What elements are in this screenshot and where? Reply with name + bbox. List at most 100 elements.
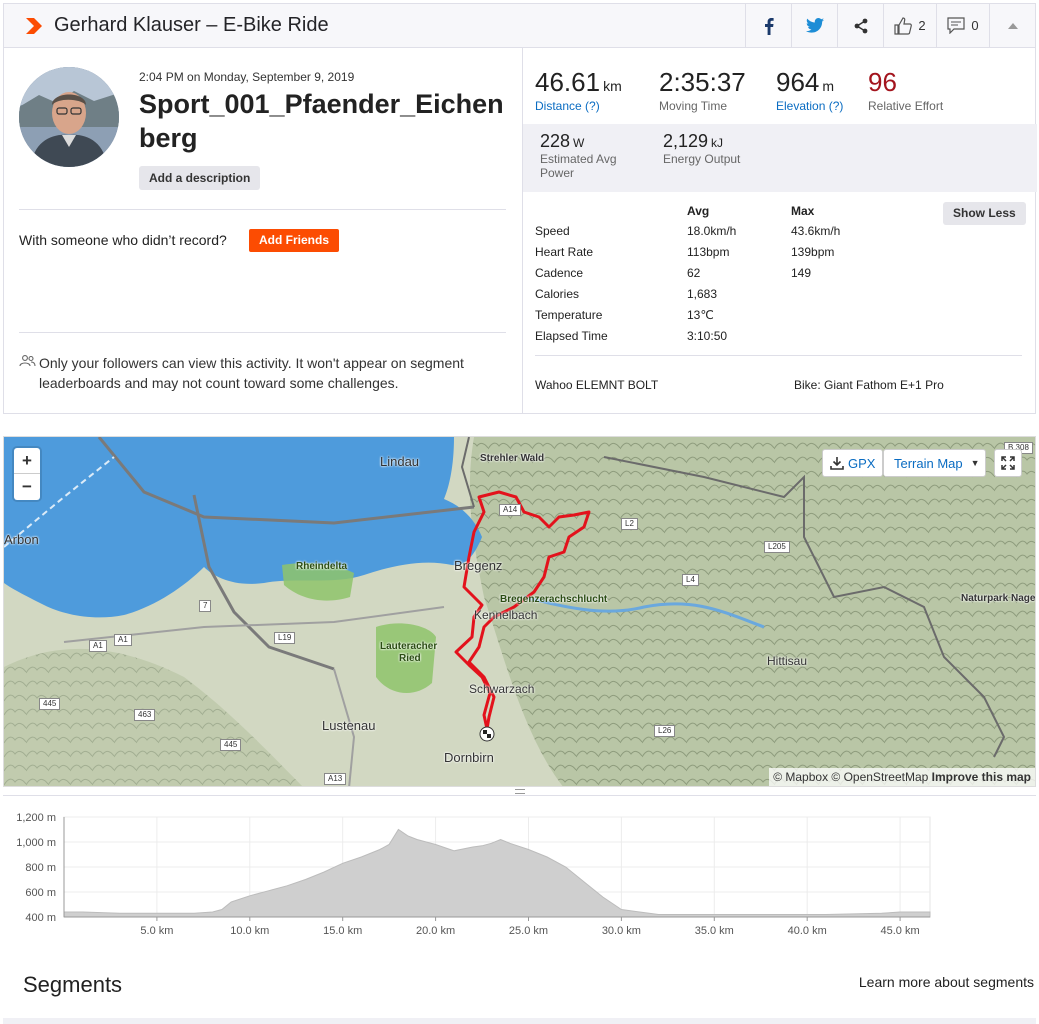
facebook-share-button[interactable] [745, 4, 791, 47]
map-label: Ried [399, 653, 421, 664]
power-label: Estimated Avg Power [540, 152, 617, 180]
max-header: Max [791, 204, 815, 218]
road-shield: 445 [220, 739, 242, 751]
stat-power: 228 W Estimated Avg Power [540, 131, 640, 180]
map-type-label: Terrain Map [894, 455, 963, 471]
road-shield: L2 [621, 518, 638, 530]
stat-elevation: 964 m Elevation (?) [776, 67, 843, 113]
collapse-button[interactable] [989, 4, 1035, 47]
map-label: Dornbirn [444, 750, 494, 765]
road-shield: 463 [134, 709, 156, 721]
download-icon [830, 457, 844, 470]
row-label: Speed [535, 224, 570, 238]
elevation-chart[interactable]: 400 m 600 m 800 m 1,000 m 1,200 m 5.0 km 10.0 … [0, 797, 1039, 947]
row-avg: 62 [687, 266, 701, 280]
share-button[interactable] [837, 4, 883, 47]
comments-button[interactable]: 0 [936, 4, 989, 47]
stat-moving-time: 2:35:37 Moving Time [659, 67, 746, 113]
row-max: 43.6km/h [791, 224, 841, 238]
x-tick-label: 5.0 km [140, 925, 173, 937]
segments-heading: Segments [23, 972, 123, 997]
row-avg: 13℃ [687, 308, 714, 322]
activity-info-panel: 2:04 PM on Monday, September 9, 2019 Spo… [4, 47, 523, 413]
show-less-button[interactable]: Show Less [943, 202, 1026, 225]
activity-date: 2:04 PM on Monday, September 9, 2019 [139, 70, 355, 84]
gpx-download-button[interactable]: GPX [822, 449, 884, 477]
y-tick-label: 600 m [25, 887, 56, 899]
avg-header: Avg [687, 204, 710, 218]
map-label: Bregenzerachschlucht [500, 594, 608, 605]
twitter-share-button[interactable] [791, 4, 837, 47]
map-label: Lindau [380, 454, 420, 469]
activity-title: Gerhard Klauser – E-Bike Ride [54, 14, 329, 36]
drag-handle-icon[interactable] [515, 789, 525, 794]
elevation-value: 964 [776, 67, 820, 97]
map-label: Bregenz [454, 558, 503, 573]
map-type-select[interactable]: Terrain Map ▼ [883, 449, 986, 477]
zoom-control: + − [14, 448, 40, 500]
privacy-notice: Only your followers can view this activi… [39, 355, 464, 391]
zoom-in-button[interactable]: + [14, 448, 40, 474]
followers-icon [19, 355, 36, 367]
map-label: Strehler Wald [480, 453, 545, 464]
twitter-icon [805, 18, 824, 33]
athlete-avatar[interactable] [19, 67, 119, 167]
map-label: Rheindelta [296, 561, 348, 572]
power-unit: W [573, 136, 585, 150]
table-row: Heart Rate 113bpm 139bpm [535, 245, 935, 266]
road-shield: L4 [682, 574, 699, 586]
row-max: 149 [791, 266, 812, 280]
x-tick-label: 35.0 km [695, 925, 734, 937]
x-tick-label: 25.0 km [509, 925, 548, 937]
zoom-out-button[interactable]: − [14, 474, 40, 500]
y-tick-label: 800 m [25, 862, 56, 874]
divider [19, 332, 506, 333]
energy-unit: kJ [711, 136, 724, 150]
road-shield: A1 [89, 640, 107, 652]
relative-effort-value: 96 [868, 67, 897, 97]
row-avg: 18.0km/h [687, 224, 737, 238]
learn-segments-link[interactable]: Learn more about segments [859, 974, 1034, 990]
road-shield: A13 [324, 773, 347, 785]
map-label: Naturpark Nage [961, 593, 1036, 604]
divider [535, 355, 1022, 356]
kudos-button[interactable]: 2 [883, 4, 936, 47]
fullscreen-button[interactable] [994, 449, 1022, 477]
share-icon [854, 18, 867, 33]
add-description-button[interactable]: Add a description [139, 166, 261, 190]
distance-label[interactable]: Distance (?) [535, 99, 622, 113]
divider [19, 209, 506, 210]
power-value: 228 [540, 131, 571, 151]
row-avg: 3:10:50 [687, 329, 728, 343]
activity-header: Gerhard Klauser – E-Bike Ride 2 0 [3, 3, 1036, 48]
activity-name[interactable]: Sport_001_Pfaender_Eichenberg [139, 87, 514, 155]
elevation-unit: m [822, 78, 835, 94]
moving-time-label: Moving Time [659, 99, 728, 113]
y-tick-label: 1,000 m [16, 837, 56, 849]
road-shield: L19 [274, 632, 296, 644]
stat-relative-effort: 96 Relative Effort [868, 67, 943, 113]
table-row: Elapsed Time 3:10:50 [535, 329, 935, 350]
x-tick-label: 20.0 km [416, 925, 455, 937]
fullscreen-icon [1001, 456, 1015, 470]
row-label: Temperature [535, 308, 603, 322]
row-avg: 113bpm [687, 245, 730, 259]
map-label: Hittisau [767, 654, 808, 668]
moving-time-value: 2:35:37 [659, 67, 746, 97]
add-friends-button[interactable]: Add Friends [249, 229, 340, 252]
chevron-down-icon: ▼ [970, 458, 980, 468]
row-label: Elapsed Time [535, 329, 608, 343]
road-shield: L26 [654, 725, 676, 737]
kudos-count: 2 [918, 18, 926, 33]
road-shield: 445 [39, 698, 61, 710]
map-label: Lustenau [322, 718, 376, 733]
route-map[interactable]: Lindau Strehler Wald Arbon Rheindelta Br… [3, 436, 1036, 787]
improve-map-link[interactable]: Improve this map [932, 770, 1031, 784]
map-attribution: © Mapbox © OpenStreetMap Improve this ma… [769, 768, 1035, 786]
table-row: Temperature 13℃ [535, 308, 935, 329]
elevation-label[interactable]: Elevation (?) [776, 99, 843, 113]
athlete-photo [19, 67, 119, 167]
x-tick-label: 40.0 km [788, 925, 827, 937]
map-label: Kennelbach [474, 608, 538, 622]
segments-table-edge [3, 1018, 1036, 1024]
